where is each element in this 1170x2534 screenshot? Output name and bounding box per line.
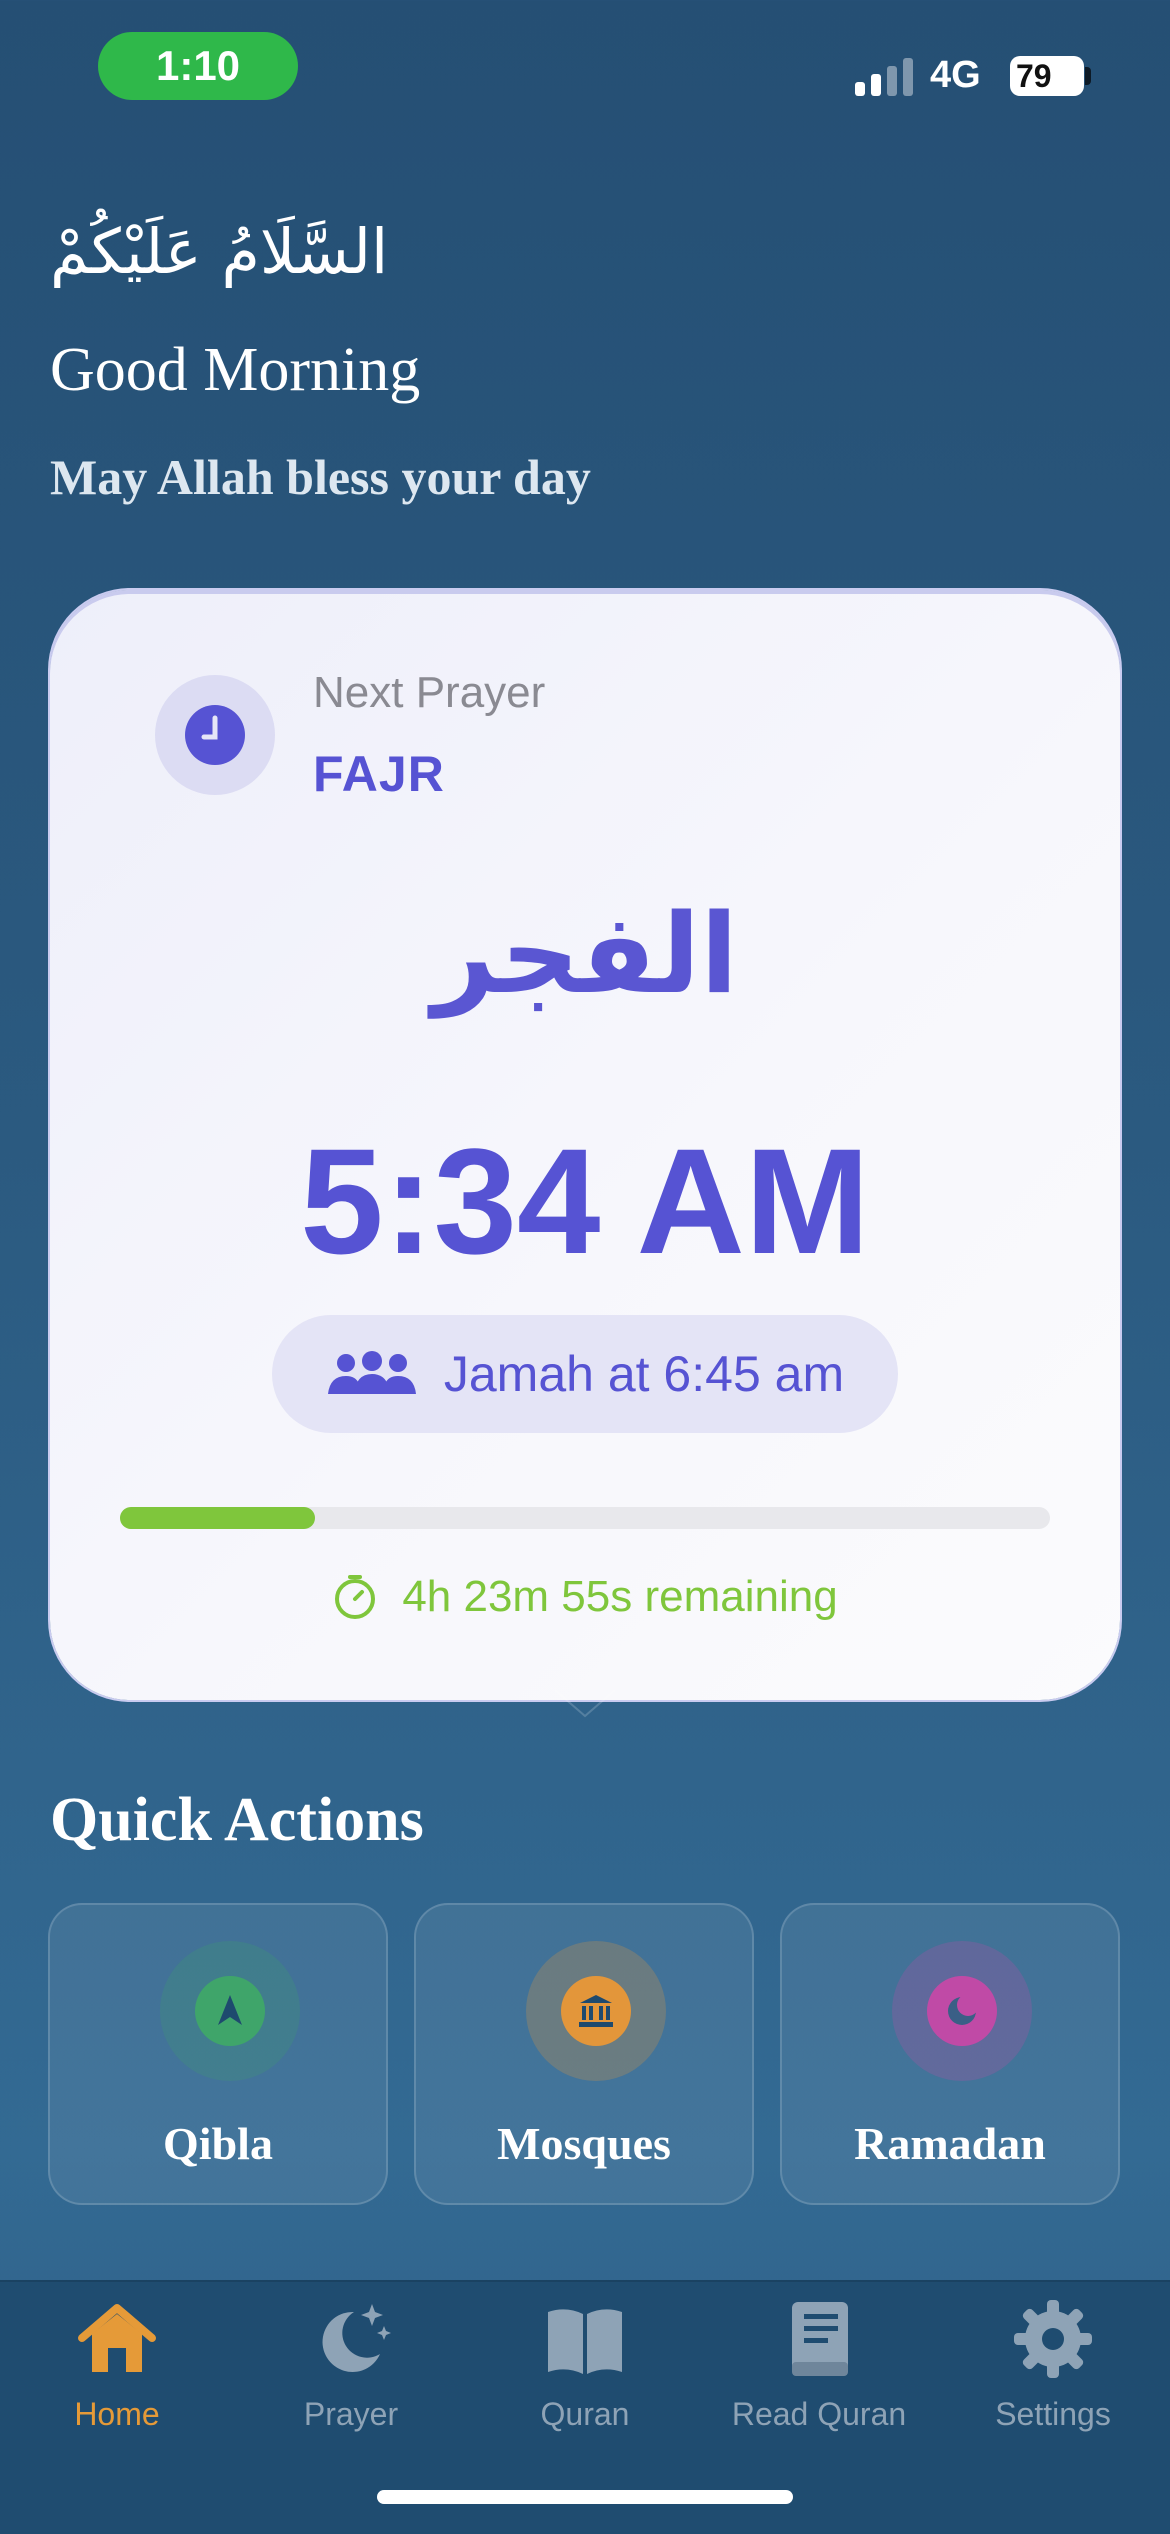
qibla-label: Qibla <box>163 2118 273 2169</box>
tab-read-quran[interactable]: Read Quran <box>702 2296 936 2446</box>
compass-arrow-icon <box>218 1995 242 2025</box>
mosques-icon-badge <box>526 1941 666 2081</box>
ramadan-icon-badge <box>892 1941 1032 2081</box>
prayer-clock-badge <box>155 675 275 795</box>
qibla-icon-badge <box>160 1941 300 2081</box>
network-type: 4G <box>930 54 981 96</box>
next-prayer-label: Next Prayer <box>313 668 546 717</box>
tab-prayer[interactable]: Prayer <box>234 2296 468 2446</box>
tab-home-label: Home <box>74 2396 160 2432</box>
home-indicator <box>377 2490 793 2504</box>
clock-icon <box>185 705 245 765</box>
crescent-icon <box>948 1994 979 2025</box>
moon-stars-icon <box>322 2304 391 2372</box>
mosques-button[interactable]: Mosques <box>414 1903 754 2205</box>
prayer-arabic-name: الفجر <box>432 890 738 1018</box>
next-prayer-name: FAJR <box>313 746 445 802</box>
remaining-text: 4h 23m 55s remaining <box>402 1572 838 1621</box>
time-greeting: Good Morning <box>50 336 421 404</box>
book-open-icon <box>548 2309 622 2374</box>
gear-icon <box>1014 2300 1092 2378</box>
time-progress-fill <box>120 1507 316 1529</box>
qibla-button[interactable]: Qibla <box>48 1903 388 2205</box>
signal-icon <box>855 58 913 96</box>
home-icon <box>78 2304 156 2372</box>
tab-settings[interactable]: Settings <box>936 2296 1170 2446</box>
tab-quran[interactable]: Quran <box>468 2296 702 2446</box>
tab-read-quran-label: Read Quran <box>731 2396 907 2432</box>
salam-greeting: السَّلَامُ عَلَيْكُمْ <box>50 215 389 288</box>
status-time: 1:10 <box>98 32 298 100</box>
timer-icon <box>335 1575 376 1619</box>
mosques-label: Mosques <box>497 2118 671 2169</box>
tab-settings-label: Settings <box>995 2396 1111 2432</box>
tab-prayer-label: Prayer <box>303 2396 399 2432</box>
battery-indicator: 79 <box>1010 56 1084 96</box>
remaining-time: 4h 23m 55s remaining <box>0 1572 1170 1622</box>
battery-cap <box>1085 67 1091 85</box>
jamah-badge: Jamah at 6:45 am <box>272 1315 898 1433</box>
tab-quran-label: Quran <box>540 2396 630 2432</box>
tab-home[interactable]: Home <box>0 2296 234 2446</box>
ramadan-button[interactable]: Ramadan <box>780 1903 1120 2205</box>
blessing-text: May Allah bless your day <box>50 449 591 505</box>
group-people-icon <box>327 1351 416 1394</box>
quick-actions-title: Quick Actions <box>50 1786 424 1854</box>
ramadan-label: Ramadan <box>854 2118 1046 2169</box>
prayer-time: 5:34 AM <box>300 1117 870 1285</box>
jamah-text: Jamah at 6:45 am <box>443 1346 845 1402</box>
mosque-icon <box>579 1995 613 2027</box>
time-progress-bar <box>120 1507 1050 1529</box>
card-pointer <box>555 1690 615 1718</box>
book-icon <box>792 2302 848 2376</box>
